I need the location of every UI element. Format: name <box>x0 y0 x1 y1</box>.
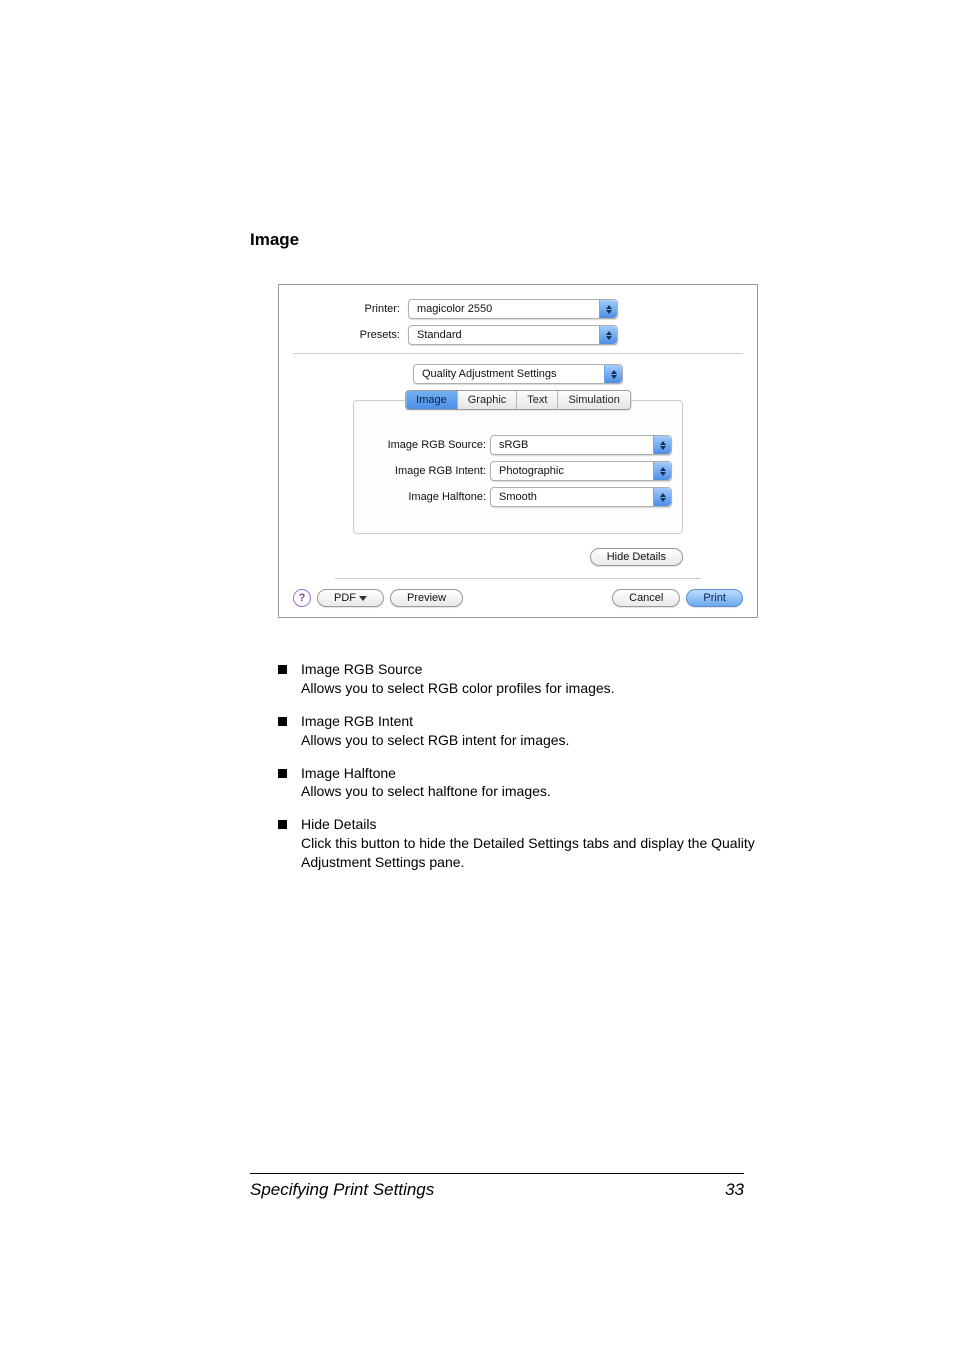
tab-bar: Image Graphic Text Simulation <box>405 390 631 410</box>
bullet-head: Image RGB Source <box>301 660 615 679</box>
list-item: Image RGB Source Allows you to select RG… <box>278 660 768 698</box>
dropdown-arrows-icon <box>653 462 671 480</box>
rgb-source-value: sRGB <box>491 436 550 454</box>
bullet-text: Image Halftone Allows you to select half… <box>301 764 551 802</box>
page-footer: Specifying Print Settings 33 <box>250 1173 744 1200</box>
rgb-intent-label: Image RGB Intent: <box>364 465 490 477</box>
printer-label: Printer: <box>293 303 408 315</box>
tab-text[interactable]: Text <box>517 391 558 409</box>
list-item: Hide Details Click this button to hide t… <box>278 815 768 872</box>
hide-details-button[interactable]: Hide Details <box>590 548 683 566</box>
rgb-intent-row: Image RGB Intent: Photographic <box>364 461 672 481</box>
printer-value: magicolor 2550 <box>409 300 514 318</box>
bullet-head: Image Halftone <box>301 764 551 783</box>
settings-panel: Image Graphic Text Simulation Image RGB … <box>353 400 683 534</box>
rgb-intent-select[interactable]: Photographic <box>490 461 672 481</box>
pane-row: Quality Adjustment Settings <box>293 364 743 384</box>
tab-image[interactable]: Image <box>406 391 458 409</box>
printer-row: Printer: magicolor 2550 <box>293 299 743 319</box>
rgb-intent-value: Photographic <box>491 462 586 480</box>
presets-value: Standard <box>409 326 484 344</box>
presets-select[interactable]: Standard <box>408 325 618 345</box>
section-title: Image <box>250 230 744 250</box>
dialog-footer: ? PDF Preview Cancel Print <box>293 589 743 607</box>
separator <box>293 353 743 354</box>
dropdown-arrows-icon <box>599 300 617 318</box>
bullet-square-icon <box>278 717 287 726</box>
rgb-source-row: Image RGB Source: sRGB <box>364 435 672 455</box>
printer-select[interactable]: magicolor 2550 <box>408 299 618 319</box>
bullet-head: Image RGB Intent <box>301 712 569 731</box>
tab-simulation[interactable]: Simulation <box>558 391 629 409</box>
bullet-text: Hide Details Click this button to hide t… <box>301 815 768 872</box>
bullet-square-icon <box>278 665 287 674</box>
bullet-list: Image RGB Source Allows you to select RG… <box>278 660 768 872</box>
triangle-down-icon <box>359 596 367 601</box>
bullet-body: Allows you to select RGB intent for imag… <box>301 732 569 748</box>
dropdown-arrows-icon <box>653 488 671 506</box>
pdf-label: PDF <box>334 592 356 604</box>
bullet-body: Click this button to hide the Detailed S… <box>301 835 755 870</box>
halftone-select[interactable]: Smooth <box>490 487 672 507</box>
bullet-body: Allows you to select halftone for images… <box>301 783 551 799</box>
footer-title: Specifying Print Settings <box>250 1180 434 1200</box>
preview-button[interactable]: Preview <box>390 589 463 607</box>
hide-details-row: Hide Details <box>293 542 743 570</box>
bullet-text: Image RGB Source Allows you to select RG… <box>301 660 615 698</box>
bullet-body: Allows you to select RGB color profiles … <box>301 680 615 696</box>
pdf-button[interactable]: PDF <box>317 589 384 607</box>
rgb-source-label: Image RGB Source: <box>364 439 490 451</box>
list-item: Image Halftone Allows you to select half… <box>278 764 768 802</box>
rgb-source-select[interactable]: sRGB <box>490 435 672 455</box>
page-number: 33 <box>725 1180 744 1200</box>
pane-select[interactable]: Quality Adjustment Settings <box>413 364 623 384</box>
help-button[interactable]: ? <box>293 589 311 607</box>
presets-row: Presets: Standard <box>293 325 743 345</box>
pane-value: Quality Adjustment Settings <box>414 365 579 383</box>
bullet-square-icon <box>278 769 287 778</box>
halftone-label: Image Halftone: <box>364 491 490 503</box>
halftone-value: Smooth <box>491 488 559 506</box>
bullet-square-icon <box>278 820 287 829</box>
dropdown-arrows-icon <box>599 326 617 344</box>
bullet-text: Image RGB Intent Allows you to select RG… <box>301 712 569 750</box>
halftone-row: Image Halftone: Smooth <box>364 487 672 507</box>
tab-graphic[interactable]: Graphic <box>458 391 518 409</box>
dropdown-arrows-icon <box>604 365 622 383</box>
dropdown-arrows-icon <box>653 436 671 454</box>
list-item: Image RGB Intent Allows you to select RG… <box>278 712 768 750</box>
bullet-head: Hide Details <box>301 815 768 834</box>
presets-label: Presets: <box>293 329 408 341</box>
print-dialog: Printer: magicolor 2550 Presets: Standar… <box>278 284 758 618</box>
cancel-button[interactable]: Cancel <box>612 589 680 607</box>
separator <box>335 578 701 579</box>
print-button[interactable]: Print <box>686 589 743 607</box>
